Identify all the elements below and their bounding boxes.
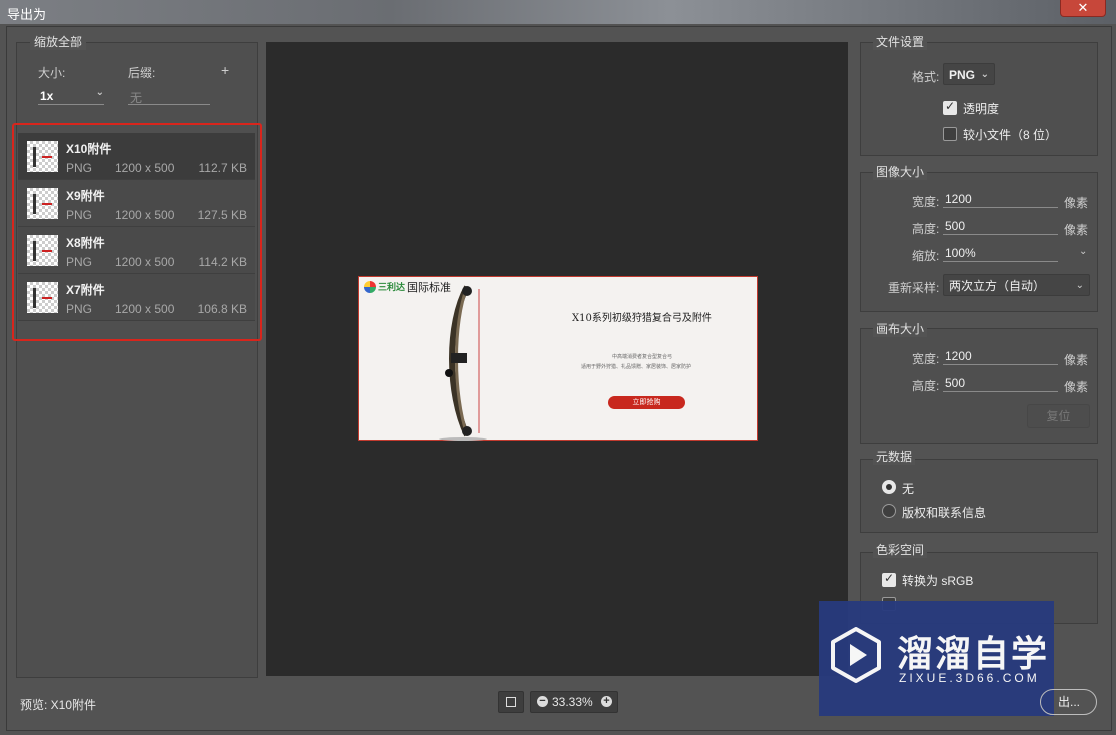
transparency-label: 透明度: [963, 102, 1000, 116]
smaller-file-label: 较小文件（8 位）: [963, 128, 1058, 142]
banner-subtitle-1: 中高端消费者复合型复合弓: [612, 354, 673, 360]
convert-srgb-label: 转换为 sRGB: [902, 574, 974, 588]
canvas-width-input[interactable]: 1200: [943, 349, 1058, 365]
title-bar: 导出为 ✕: [0, 0, 1116, 24]
scale-all-title: 缩放全部: [30, 33, 87, 50]
metadata-none-label: 无: [902, 482, 915, 496]
image-height-value: 500: [945, 219, 966, 233]
metadata-none-radio[interactable]: [882, 480, 896, 494]
chevron-down-icon: ⌄: [980, 69, 989, 80]
image-height-label: 高度:: [912, 222, 940, 236]
export-button[interactable]: 出...: [1040, 689, 1097, 715]
format-label: 格式:: [912, 70, 940, 84]
chevron-down-icon[interactable]: ⌄: [1079, 246, 1087, 257]
zoom-control: − 33.33% +: [530, 691, 618, 713]
canvas-width-value: 1200: [945, 349, 972, 363]
canvas-height-label: 高度:: [912, 379, 940, 393]
canvas-height-value: 500: [945, 376, 966, 390]
play-logo-icon: [831, 627, 881, 683]
image-width-unit: 像素: [1064, 196, 1089, 210]
banner-headline: X10系列初级狩猎复合弓及附件: [572, 313, 712, 324]
smaller-file-checkbox[interactable]: [943, 127, 957, 141]
size-value: 1x: [40, 89, 54, 103]
banner-cta-button: 立即抢购: [608, 396, 685, 409]
reset-label: 复位: [1046, 409, 1071, 423]
canvas-width-label: 宽度:: [912, 352, 940, 366]
image-size-title: 图像大小: [873, 163, 928, 180]
image-width-value: 1200: [945, 192, 972, 206]
color-space-title: 色彩空间: [873, 541, 928, 558]
suffix-label: 后缀:: [128, 66, 156, 80]
chevron-down-icon: ⌄: [95, 87, 104, 98]
export-label: 出...: [1057, 695, 1080, 709]
watermark-url: ZIXUE.3D66.COM: [899, 671, 1040, 685]
image-height-unit: 像素: [1064, 223, 1089, 237]
window-title: 导出为: [7, 7, 47, 22]
image-width-label: 宽度:: [912, 195, 940, 209]
suffix-input[interactable]: 无: [128, 89, 210, 105]
canvas-size-title: 画布大小: [873, 320, 928, 337]
resample-select[interactable]: 两次立方（自动） ⌄: [943, 274, 1090, 296]
file-settings-title: 文件设置: [873, 33, 928, 50]
brand-name: 三利达: [378, 282, 406, 292]
compound-bow-image: [439, 285, 487, 441]
resample-label: 重新采样:: [888, 281, 940, 295]
zoom-level: 33.33%: [552, 695, 593, 709]
format-value: PNG: [949, 68, 976, 82]
zoom-out-icon[interactable]: −: [537, 696, 548, 707]
fit-screen-icon: [506, 697, 516, 707]
metadata-copyright-radio[interactable]: [882, 504, 896, 518]
scale-input[interactable]: 100%: [943, 246, 1058, 262]
banner-cta-label: 立即抢购: [632, 399, 661, 406]
format-select[interactable]: PNG ⌄: [943, 63, 995, 85]
metadata-title: 元数据: [873, 448, 916, 465]
watermark-overlay: 溜溜自学 ZIXUE.3D66.COM: [819, 601, 1054, 716]
export-dialog: 导出为 ✕ 缩放全部 大小: 后缀: + 1x ⌄ 无 X10附件 PNG 12…: [0, 0, 1116, 735]
canvas-width-unit: 像素: [1064, 353, 1089, 367]
resample-value: 两次立方（自动）: [949, 279, 1046, 293]
fit-view-button[interactable]: [498, 691, 524, 713]
selection-highlight-box: [12, 123, 262, 341]
scale-value: 100%: [945, 246, 976, 260]
reset-button[interactable]: 复位: [1027, 404, 1090, 428]
scale-label: 缩放:: [912, 249, 940, 263]
metadata-copyright-label: 版权和联系信息: [902, 506, 987, 520]
canvas-height-input[interactable]: 500: [943, 376, 1058, 392]
chevron-down-icon: ⌄: [1075, 280, 1084, 291]
close-button[interactable]: ✕: [1060, 0, 1106, 17]
suffix-placeholder: 无: [130, 91, 143, 105]
transparency-checkbox[interactable]: [943, 99, 957, 115]
preview-image: 三利达 国际标准 X10系列初级狩猎复合弓及附件 中高端消费者复合型复合弓 适用…: [358, 276, 758, 441]
preview-caption: 预览: X10附件: [20, 698, 97, 712]
image-width-input[interactable]: 1200: [943, 192, 1058, 208]
size-select[interactable]: 1x ⌄: [38, 87, 104, 105]
image-height-input[interactable]: 500: [943, 219, 1058, 235]
add-scale-icon[interactable]: +: [221, 62, 229, 78]
brand-logo-icon: [364, 281, 376, 293]
banner-subtitle-2: 适用于野外狩猎、礼品馈赠、家居装饰、居家防护: [581, 364, 692, 370]
watermark-title: 溜溜自学: [897, 633, 1050, 674]
convert-srgb-checkbox[interactable]: [882, 571, 896, 587]
close-icon: ✕: [1077, 0, 1089, 15]
canvas-height-unit: 像素: [1064, 380, 1089, 394]
zoom-in-icon[interactable]: +: [601, 696, 612, 707]
metadata-panel: [860, 459, 1098, 533]
size-label: 大小:: [38, 66, 66, 80]
